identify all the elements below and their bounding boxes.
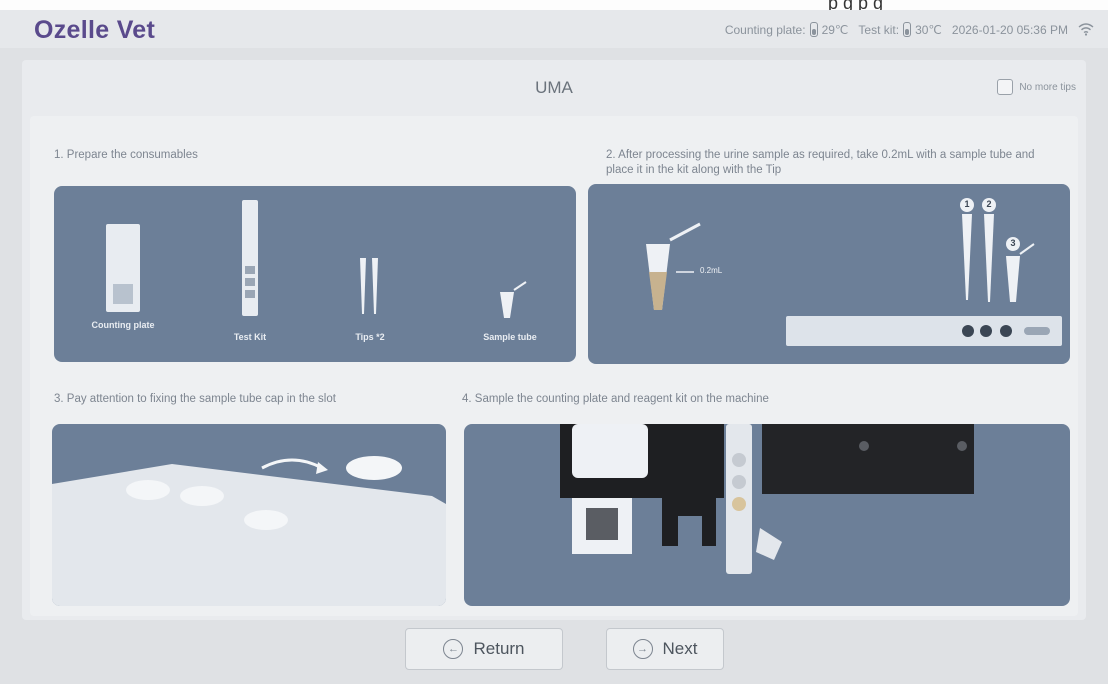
- step-2-text: 2. After processing the urine sample as …: [606, 149, 1035, 176]
- step-3-text: 3. Pay attention to fixing the sample tu…: [54, 393, 336, 405]
- step-4-text: 4. Sample the counting plate and reagent…: [462, 393, 769, 405]
- cap-fixing-illustration: [52, 424, 446, 606]
- forward-arrow-icon: →: [632, 639, 653, 659]
- no-more-tips-toggle[interactable]: No more tips: [997, 79, 1076, 95]
- test-kit-temperature: Test kit: 30℃: [858, 22, 942, 37]
- marker-3: 3: [1010, 238, 1016, 248]
- marker-2: 2: [986, 199, 992, 209]
- status-info: Counting plate: 29℃ Test kit: 30℃ 2026-0…: [725, 22, 1094, 37]
- dialog-title: UMA: [535, 78, 573, 97]
- counting-plate-label: Counting plate: [91, 320, 155, 330]
- marker-1: 1: [964, 199, 970, 209]
- test-kit-label: Test Kit: [233, 332, 267, 342]
- back-arrow-icon: ←: [443, 639, 464, 659]
- test-kit-label: Test kit:: [858, 22, 900, 37]
- tips-label: Tips *2: [355, 332, 385, 342]
- tube-cap-graphic: [52, 456, 446, 606]
- sample-processing-illustration: 0.2mL 1 2 3: [588, 184, 1070, 364]
- counting-plate-label: Counting plate:: [724, 22, 806, 37]
- return-label: Return: [473, 639, 525, 658]
- counting-plate-temperature: Counting plate: 29℃: [724, 22, 849, 37]
- test-kit-temp: 30℃: [915, 22, 942, 37]
- machine-loading-illustration: [464, 424, 1070, 606]
- top-edge-strip: [0, 0, 1108, 10]
- brand-logo: Ozelle Vet: [34, 16, 156, 44]
- datetime: 2026-01-20 05:36 PM: [951, 22, 1068, 37]
- no-more-tips-checkbox[interactable]: [997, 79, 1014, 95]
- volume-label: 0.2mL: [700, 266, 723, 275]
- tips-dialog: UMA No more tips 1. Prepare the consumab…: [22, 60, 1086, 620]
- counting-plate-temp: 29℃: [821, 22, 849, 37]
- no-more-tips-label: No more tips: [1019, 81, 1076, 93]
- next-button[interactable]: → Next: [606, 628, 724, 670]
- next-label: Next: [662, 639, 698, 658]
- return-button[interactable]: ← Return: [405, 628, 563, 670]
- consumables-illustration: Counting plate Test Kit Tips *2 Sample t…: [54, 186, 576, 362]
- status-bar: Ozelle Vet Counting plate: 29℃ Test kit:…: [0, 10, 1108, 48]
- step-1-text: 1. Prepare the consumables: [54, 149, 198, 161]
- machine-graphic: [560, 424, 974, 574]
- sample-tube-label: Sample tube: [483, 332, 537, 342]
- instructions-area: 1. Prepare the consumables Counting plat…: [30, 116, 1078, 616]
- sample-tube-graphic: [646, 198, 1062, 346]
- thermometer-icon: [903, 22, 912, 37]
- thermometer-icon: [809, 22, 818, 37]
- wifi-icon: [1078, 23, 1094, 36]
